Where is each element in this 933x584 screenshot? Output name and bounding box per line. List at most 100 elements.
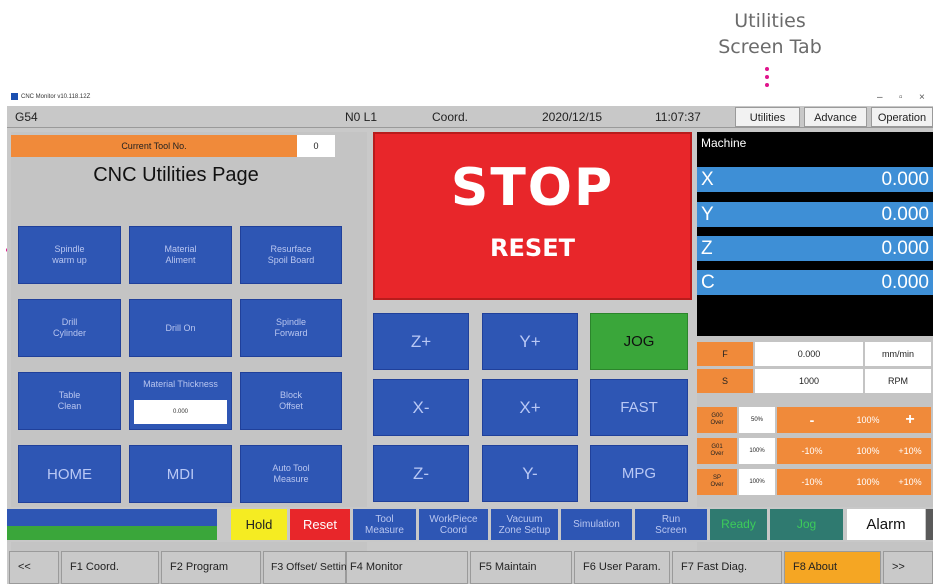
reset-button[interactable]: Reset xyxy=(290,509,350,540)
axis-z-readout: Z 0.000 xyxy=(697,236,933,261)
fn-prev-button[interactable]: << xyxy=(9,551,59,584)
axis-value: 0.000 xyxy=(881,169,929,190)
cnc-window: CNC Monitor v10.118.12Z – ▫ × G54 N0 L1 … xyxy=(7,89,933,584)
speed-value: 1000 xyxy=(755,369,863,393)
ready-status: Ready xyxy=(710,509,767,540)
auto-tool-measure-button[interactable]: Auto Tool Measure xyxy=(240,445,342,503)
axis-value: 0.000 xyxy=(881,204,929,225)
jog-y-minus-button[interactable]: Y- xyxy=(482,445,578,502)
annotation-line-1: Utilities xyxy=(734,10,806,32)
jog-status: Jog xyxy=(770,509,843,540)
fn-f1-coord[interactable]: F1 Coord. xyxy=(61,551,159,584)
mode-label: Coord. xyxy=(432,110,469,124)
feed-unit: mm/min xyxy=(865,342,931,366)
simulation-button[interactable]: Simulation xyxy=(561,509,632,540)
run-screen-button[interactable]: Run Screen xyxy=(635,509,707,540)
resurface-spoil-board-button[interactable]: Resurface Spoil Board xyxy=(240,226,342,284)
annotation-dot xyxy=(765,83,769,87)
vacuum-zone-setup-button[interactable]: Vacuum Zone Setup xyxy=(491,509,558,540)
hold-button[interactable]: Hold xyxy=(231,509,287,540)
g00-override-label: G00 Over xyxy=(697,407,737,433)
workpiece-coord-button[interactable]: WorkPiece Coord xyxy=(419,509,488,540)
progress-indicator xyxy=(7,509,217,540)
stop-reset-button[interactable]: STOP RESET xyxy=(373,132,692,300)
coord-system: G54 xyxy=(15,110,38,124)
tab-utilities[interactable]: Utilities xyxy=(735,107,800,127)
current-tool-value: 0 xyxy=(297,135,335,157)
block-offset-button[interactable]: Block Offset xyxy=(240,372,342,430)
feed-value: 0.000 xyxy=(755,342,863,366)
line-info: N0 L1 xyxy=(345,110,378,124)
jog-mode-button[interactable]: JOG xyxy=(590,313,688,370)
tab-advance[interactable]: Advance xyxy=(804,107,867,127)
material-thickness-box: Material Thickness 0.000 xyxy=(129,372,232,430)
app-icon xyxy=(11,93,18,100)
fn-next-button[interactable]: >> xyxy=(883,551,933,584)
g01-override-current: 100% xyxy=(739,438,775,464)
fn-f4-monitor[interactable]: F4 Monitor xyxy=(346,551,468,584)
tab-operation[interactable]: Operation xyxy=(871,107,933,127)
sp-decrease-button[interactable]: -10% xyxy=(777,469,847,495)
axis-value: 0.000 xyxy=(881,272,929,293)
jog-x-plus-button[interactable]: X+ xyxy=(482,379,578,436)
axis-y-readout: Y 0.000 xyxy=(697,202,933,227)
g01-increase-button[interactable]: +10% xyxy=(889,438,931,464)
g00-decrease-button[interactable]: - xyxy=(777,407,847,433)
drill-cylinder-button[interactable]: Drill Cylinder xyxy=(18,299,121,357)
page-title: CNC Utilities Page xyxy=(93,164,259,186)
jog-y-plus-button[interactable]: Y+ xyxy=(482,313,578,370)
material-aliment-button[interactable]: Material Aliment xyxy=(129,226,232,284)
sp-override-current: 100% xyxy=(739,469,775,495)
axis-label: Y xyxy=(701,204,714,225)
fn-f6-user-param[interactable]: F6 User Param. xyxy=(574,551,670,584)
g01-decrease-button[interactable]: -10% xyxy=(777,438,847,464)
fn-f7-fast-diag[interactable]: F7 Fast Diag. xyxy=(672,551,782,584)
fn-f2-program[interactable]: F2 Program xyxy=(161,551,261,584)
g01-reset-button[interactable]: 100% xyxy=(847,438,889,464)
tool-measure-button[interactable]: Tool Measure xyxy=(353,509,416,540)
fn-f8-about[interactable]: F8 About xyxy=(784,551,881,584)
jog-x-minus-button[interactable]: X- xyxy=(373,379,469,436)
g01-override-label: G01 Over xyxy=(697,438,737,464)
reset-label: RESET xyxy=(490,234,575,262)
close-icon[interactable]: × xyxy=(919,92,925,104)
maximize-icon[interactable]: ▫ xyxy=(899,92,903,104)
mpg-mode-button[interactable]: MPG xyxy=(590,445,688,502)
jog-z-minus-button[interactable]: Z- xyxy=(373,445,469,502)
minimize-icon[interactable]: – xyxy=(877,92,883,104)
spindle-forward-button[interactable]: Spindle Forward xyxy=(240,299,342,357)
sp-increase-button[interactable]: +10% xyxy=(889,469,931,495)
annotation-label: Utilities Screen Tab xyxy=(695,8,845,60)
annotation-line-2: Screen Tab xyxy=(718,36,822,58)
jog-z-plus-button[interactable]: Z+ xyxy=(373,313,469,370)
speed-label: S xyxy=(697,369,753,393)
axis-c-readout: C 0.000 xyxy=(697,270,933,295)
g00-reset-button[interactable]: 100% xyxy=(847,407,889,433)
fast-mode-button[interactable]: FAST xyxy=(590,379,688,436)
g00-override-current: 50% xyxy=(739,407,775,433)
material-thickness-input[interactable]: 0.000 xyxy=(134,400,227,424)
axis-label: C xyxy=(701,272,715,293)
progress-fill xyxy=(7,526,217,540)
annotation-dot xyxy=(765,75,769,79)
spindle-warm-up-button[interactable]: Spindle warm up xyxy=(18,226,121,284)
home-button[interactable]: HOME xyxy=(18,445,121,503)
table-clean-button[interactable]: Table Clean xyxy=(18,372,121,430)
time-label: 11:07:37 xyxy=(655,110,701,124)
g00-increase-button[interactable]: + xyxy=(889,407,931,433)
machine-display: Machine X 0.000 Y 0.000 Z 0.000 C 0.000 xyxy=(697,132,933,336)
title-bar: CNC Monitor v10.118.12Z – ▫ × xyxy=(7,89,933,106)
drill-on-button[interactable]: Drill On xyxy=(129,299,232,357)
window-title: CNC Monitor v10.118.12Z xyxy=(21,94,91,100)
action-bar-edge xyxy=(926,509,933,540)
feed-label: F xyxy=(697,342,753,366)
fn-f5-maintain[interactable]: F5 Maintain xyxy=(470,551,572,584)
mdi-button[interactable]: MDI xyxy=(129,445,232,503)
stop-label: STOP xyxy=(450,158,615,218)
material-thickness-label: Material Thickness xyxy=(143,379,218,389)
status-row: G54 N0 L1 Coord. 2020/12/15 11:07:37 Uti… xyxy=(7,106,933,128)
sp-override-label: SP Over xyxy=(697,469,737,495)
sp-reset-button[interactable]: 100% xyxy=(847,469,889,495)
fn-f3-offset-setting[interactable]: F3 Offset/ Setting xyxy=(263,551,353,584)
date-label: 2020/12/15 xyxy=(542,110,603,124)
